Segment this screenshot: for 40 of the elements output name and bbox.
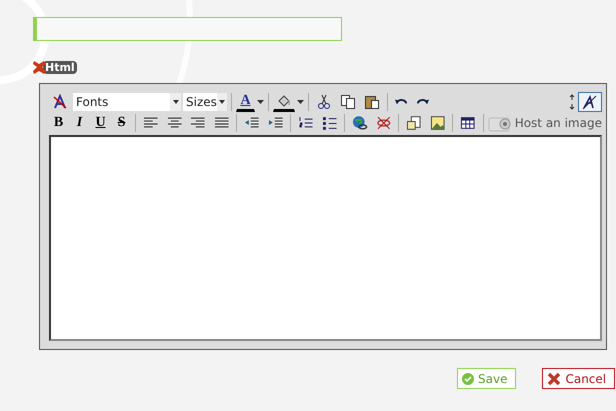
underline-button[interactable]: U (91, 112, 110, 132)
host-image-button[interactable]: Host an image (488, 112, 602, 132)
close-icon (547, 372, 562, 386)
redo-icon (416, 98, 429, 106)
align-right-icon (190, 114, 206, 130)
paste-icon (364, 94, 380, 110)
caret-icon (172, 100, 178, 104)
resize-icon[interactable] (568, 94, 576, 110)
caret-icon (218, 100, 225, 104)
italic-button[interactable]: I (70, 112, 89, 132)
justify-icon (214, 114, 230, 130)
scissors-icon (316, 94, 332, 110)
paint-bucket-icon (276, 94, 292, 108)
outdent-icon (244, 114, 260, 130)
source-mode-icon (581, 94, 599, 110)
align-center-icon (166, 114, 182, 130)
cancel-button[interactable]: Cancel (542, 368, 616, 389)
caret-icon (297, 100, 304, 104)
font-select[interactable]: Fonts (73, 92, 181, 110)
document-icon (406, 114, 422, 130)
bold-button[interactable]: B (49, 112, 68, 132)
caret-icon (257, 100, 264, 104)
clear-format-icon (52, 94, 68, 110)
globe-link-icon (352, 114, 368, 130)
strikethrough-button[interactable]: S (112, 112, 131, 132)
unlink-icon (376, 114, 392, 130)
table-icon (460, 114, 476, 130)
image-icon (430, 114, 446, 130)
size-select[interactable]: Sizes (183, 92, 227, 110)
bullet-list-icon (322, 114, 338, 130)
numbered-list-icon (298, 114, 314, 130)
align-left-icon (142, 114, 158, 130)
title-field[interactable] (33, 17, 342, 41)
copy-icon (340, 94, 356, 110)
html-label: Html (43, 60, 77, 74)
check-icon (462, 372, 474, 384)
undo-icon (395, 98, 408, 106)
font-color-button[interactable]: A (236, 92, 255, 112)
source-toggle-button[interactable] (578, 92, 602, 112)
indent-icon (268, 114, 284, 130)
